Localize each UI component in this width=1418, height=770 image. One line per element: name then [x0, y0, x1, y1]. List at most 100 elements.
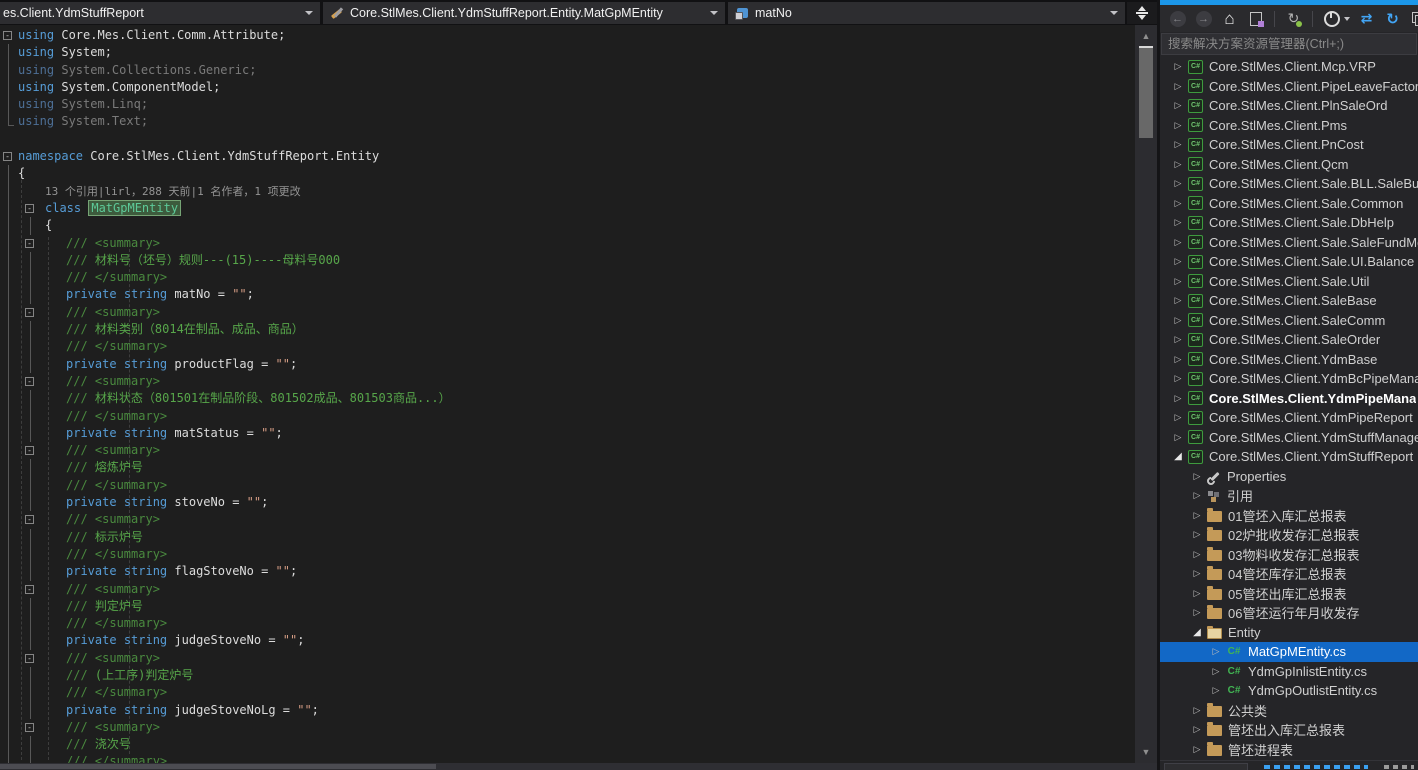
outline-collapse-box[interactable]: -: [25, 239, 34, 248]
expand-arrow-icon[interactable]: ◢: [1191, 627, 1203, 638]
tree-item[interactable]: ▷Core.StlMes.Client.Mcp.VRP: [1160, 57, 1418, 77]
tree-item[interactable]: ▷06管坯运行年月收发存: [1160, 603, 1418, 623]
bottom-tab[interactable]: [1384, 765, 1414, 769]
tree-item[interactable]: ▷Core.StlMes.Client.Sale.Util: [1160, 272, 1418, 292]
tree-item[interactable]: ▷Core.StlMes.Client.YdmPipeMana: [1160, 389, 1418, 409]
editor-horizontal-scrollbar[interactable]: [0, 763, 1157, 770]
update-button[interactable]: [1383, 9, 1402, 28]
tree-item[interactable]: ▷Core.StlMes.Client.Sale.BLL.SaleBus: [1160, 174, 1418, 194]
refresh-button[interactable]: [1357, 9, 1376, 28]
expand-arrow-icon[interactable]: ◢: [1172, 451, 1184, 462]
tree-item[interactable]: ▷Core.StlMes.Client.PlnSaleOrd: [1160, 96, 1418, 116]
expand-arrow-icon[interactable]: ▷: [1172, 61, 1184, 72]
expand-arrow-icon[interactable]: ▷: [1172, 198, 1184, 209]
outline-collapse-box[interactable]: -: [25, 204, 34, 213]
scrollbar-thumb[interactable]: [0, 764, 436, 769]
tree-item[interactable]: ▷Core.StlMes.Client.SaleComm: [1160, 311, 1418, 331]
bottom-tab[interactable]: [1264, 765, 1369, 769]
tree-item[interactable]: ▷Core.StlMes.Client.YdmPipeReport: [1160, 408, 1418, 428]
expand-arrow-icon[interactable]: ▷: [1172, 295, 1184, 306]
tree-item[interactable]: ▷Core.StlMes.Client.YdmBcPipeMana: [1160, 369, 1418, 389]
expand-arrow-icon[interactable]: ▷: [1210, 646, 1222, 657]
tree-item[interactable]: ▷引用: [1160, 486, 1418, 506]
expand-arrow-icon[interactable]: ▷: [1172, 373, 1184, 384]
tree-item[interactable]: ▷Core.StlMes.Client.SaleOrder: [1160, 330, 1418, 350]
expand-arrow-icon[interactable]: ▷: [1172, 100, 1184, 111]
outline-collapse-box[interactable]: -: [25, 585, 34, 594]
expand-arrow-icon[interactable]: ▷: [1172, 354, 1184, 365]
expand-arrow-icon[interactable]: ▷: [1191, 510, 1203, 521]
collapse-all-button[interactable]: [1409, 9, 1418, 28]
expand-arrow-icon[interactable]: ▷: [1172, 120, 1184, 131]
tree-item[interactable]: ▷01管坯入库汇总报表: [1160, 506, 1418, 526]
tree-item[interactable]: ▷Core.StlMes.Client.YdmBase: [1160, 350, 1418, 370]
tree-item[interactable]: ▷03物料收发存汇总报表: [1160, 545, 1418, 565]
expand-arrow-icon[interactable]: ▷: [1191, 529, 1203, 540]
type-dropdown[interactable]: Core.StlMes.Client.YdmStuffReport.Entity…: [323, 2, 725, 24]
tree-item[interactable]: ▷Properties: [1160, 467, 1418, 487]
project-dropdown[interactable]: es.Client.YdmStuffReport: [0, 2, 320, 24]
scroll-up-arrow-icon[interactable]: ▲: [1135, 31, 1157, 41]
tree-item[interactable]: ▷公共类: [1160, 701, 1418, 721]
tree-item[interactable]: ▷Core.StlMes.Client.YdmStuffManage: [1160, 428, 1418, 448]
tree-item[interactable]: ▷Core.StlMes.Client.Pms: [1160, 116, 1418, 136]
outline-collapse-box[interactable]: -: [25, 446, 34, 455]
tree-item[interactable]: ▷02炉批收发存汇总报表: [1160, 525, 1418, 545]
tree-item[interactable]: ▷Core.StlMes.Client.Qcm: [1160, 155, 1418, 175]
tree-item[interactable]: ▷Core.StlMes.Client.Sale.SaleFundMg: [1160, 233, 1418, 253]
expand-arrow-icon[interactable]: ▷: [1172, 315, 1184, 326]
scrollbar-thumb[interactable]: [1139, 46, 1153, 138]
expand-arrow-icon[interactable]: ▷: [1172, 159, 1184, 170]
expand-arrow-icon[interactable]: ▷: [1191, 588, 1203, 599]
search-input[interactable]: [1161, 33, 1417, 55]
tree-item[interactable]: ▷05管坯出库汇总报表: [1160, 584, 1418, 604]
expand-arrow-icon[interactable]: ▷: [1172, 217, 1184, 228]
tree-item[interactable]: ▷Core.StlMes.Client.Sale.UI.Balance: [1160, 252, 1418, 272]
tree-item[interactable]: ▷Core.StlMes.Client.PnCost: [1160, 135, 1418, 155]
tree-item[interactable]: ▷管坯出入库汇总报表: [1160, 720, 1418, 740]
tree-item[interactable]: ▷Core.StlMes.Client.Sale.DbHelp: [1160, 213, 1418, 233]
expand-arrow-icon[interactable]: ▷: [1172, 334, 1184, 345]
forward-button[interactable]: [1194, 9, 1213, 28]
tree-item[interactable]: ▷Core.StlMes.Client.SaleBase: [1160, 291, 1418, 311]
expand-arrow-icon[interactable]: ▷: [1191, 705, 1203, 716]
outline-collapse-box[interactable]: -: [25, 723, 34, 732]
outline-collapse-box[interactable]: -: [25, 308, 34, 317]
tree-item[interactable]: ▷YdmGpOutlistEntity.cs: [1160, 681, 1418, 701]
outline-collapse-box[interactable]: -: [3, 152, 12, 161]
expand-arrow-icon[interactable]: ▷: [1191, 724, 1203, 735]
tree-item[interactable]: ▷MatGpMEntity.cs: [1160, 642, 1418, 662]
expand-arrow-icon[interactable]: ▷: [1172, 276, 1184, 287]
outline-collapse-box[interactable]: -: [25, 377, 34, 386]
expand-arrow-icon[interactable]: ▷: [1191, 607, 1203, 618]
expand-arrow-icon[interactable]: ▷: [1191, 549, 1203, 560]
expand-arrow-icon[interactable]: ▷: [1172, 139, 1184, 150]
outline-collapse-box[interactable]: -: [25, 515, 34, 524]
expand-arrow-icon[interactable]: ▷: [1191, 744, 1203, 755]
expand-arrow-icon[interactable]: ▷: [1191, 490, 1203, 501]
member-dropdown[interactable]: matNo: [728, 2, 1125, 24]
expand-arrow-icon[interactable]: ▷: [1172, 237, 1184, 248]
expand-arrow-icon[interactable]: ▷: [1210, 666, 1222, 677]
code-area[interactable]: -using Core.Mes.Client.Comm.Attribute;us…: [0, 25, 1135, 763]
expand-arrow-icon[interactable]: ▷: [1172, 178, 1184, 189]
scroll-down-arrow-icon[interactable]: ▼: [1135, 747, 1157, 757]
expand-arrow-icon[interactable]: ▷: [1172, 432, 1184, 443]
expand-arrow-icon[interactable]: ▷: [1172, 256, 1184, 267]
home-button[interactable]: [1220, 9, 1239, 28]
outline-collapse-box[interactable]: -: [25, 654, 34, 663]
tree-item[interactable]: ◢Core.StlMes.Client.YdmStuffReport: [1160, 447, 1418, 467]
expand-arrow-icon[interactable]: ▷: [1191, 471, 1203, 482]
sync-active-document-button[interactable]: [1284, 9, 1303, 28]
tree-item[interactable]: ▷YdmGpInlistEntity.cs: [1160, 662, 1418, 682]
back-button[interactable]: [1168, 9, 1187, 28]
expand-arrow-icon[interactable]: ▷: [1210, 685, 1222, 696]
tree-item[interactable]: ▷04管坯库存汇总报表: [1160, 564, 1418, 584]
chevron-down-icon[interactable]: [1344, 17, 1350, 21]
tree-item[interactable]: ▷管坯进程表: [1160, 740, 1418, 760]
bottom-tab[interactable]: [1164, 763, 1248, 770]
pending-changes-filter-button[interactable]: [1322, 9, 1341, 28]
expand-arrow-icon[interactable]: ▷: [1172, 412, 1184, 423]
expand-arrow-icon[interactable]: ▷: [1172, 81, 1184, 92]
tree-item[interactable]: ◢Entity: [1160, 623, 1418, 643]
